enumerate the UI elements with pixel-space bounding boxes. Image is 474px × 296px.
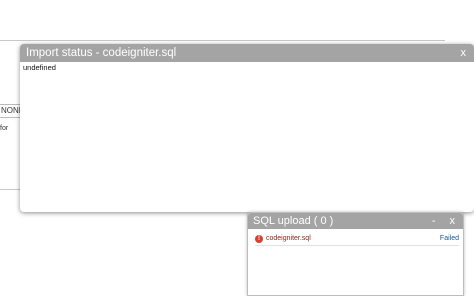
- dialog-titlebar[interactable]: Import status - codeigniter.sql x: [20, 44, 474, 62]
- upload-file-info: ! codeigniter.sql: [255, 234, 311, 243]
- upload-titlebar[interactable]: SQL upload ( 0 ) - x: [248, 213, 463, 229]
- upload-file-name[interactable]: codeigniter.sql: [266, 235, 311, 242]
- dialog-title: Import status - codeigniter.sql: [26, 47, 177, 59]
- dialog-body-text: undefined: [23, 63, 56, 72]
- upload-file-list: ! codeigniter.sql Failed: [248, 229, 463, 246]
- upload-file-status[interactable]: Failed: [440, 235, 459, 242]
- sql-upload-panel: SQL upload ( 0 ) - x ! codeigniter.sql F…: [247, 212, 464, 296]
- upload-title: SQL upload ( 0 ): [253, 215, 334, 227]
- background-select[interactable]: NONE: [0, 104, 22, 118]
- import-status-dialog: Import status - codeigniter.sql x undefi…: [20, 44, 474, 212]
- background-hint-text: for: [0, 125, 9, 132]
- background-divider: [0, 40, 445, 41]
- screen: NONE for Import status - codeigniter.sql…: [0, 0, 474, 296]
- dialog-close-button[interactable]: x: [461, 44, 467, 62]
- upload-file-row[interactable]: ! codeigniter.sql Failed: [255, 232, 459, 246]
- upload-window-controls: - x: [432, 213, 455, 229]
- minimize-button[interactable]: -: [432, 213, 436, 229]
- error-icon: !: [255, 234, 263, 243]
- upload-close-button[interactable]: x: [450, 213, 456, 229]
